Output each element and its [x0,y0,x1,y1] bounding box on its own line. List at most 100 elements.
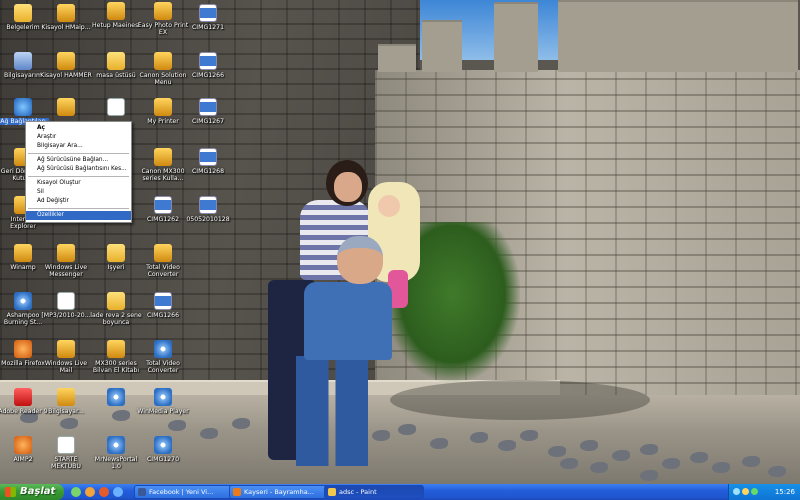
context-menu-item[interactable]: Aç [26,124,131,133]
start-button[interactable]: Başlat [0,484,64,500]
desktop-icon[interactable]: Total Video Converter [137,340,189,374]
desktop-icon-label: Işyeri [107,264,125,271]
pigeon [168,420,186,431]
pigeon [398,424,416,435]
desktop-icon[interactable] [90,388,142,408]
app-icon [57,340,75,358]
desktop-icon[interactable]: Total Video Converter [137,244,189,278]
context-menu-item[interactable]: Özellikler [26,211,131,220]
cd-icon [154,436,172,454]
tray-icon[interactable] [733,488,740,495]
desktop-icon-label: Total Video Converter [146,360,180,374]
desktop-icon-label: Kisayol HMaip... [41,24,91,31]
desktop-icon[interactable]: Kisayol HMaip... [40,4,92,31]
taskbar-button[interactable]: Facebook | Yeni Vi... [134,485,234,499]
desktop-icon[interactable]: masa üstüsü [90,52,142,79]
desktop-icon-label: MX300 series Bilvan El Kitabı [92,360,140,374]
desktop-icon[interactable]: lade reva 2 sene boyunca [90,292,142,326]
merlon [378,44,416,72]
app-icon [154,244,172,262]
desktop-icon-label: masa üstüsü [96,72,136,79]
context-menu-item[interactable]: Ağ Sürücüsüne Bağlan... [26,156,131,165]
context-menu-item[interactable]: Bilgisayar Ara... [26,142,131,151]
context-menu-item[interactable]: Sil [26,188,131,197]
taskbar-button-label: Kayseri - Bayramha... [244,488,314,496]
doc-icon [107,98,125,116]
context-menu: Aç Araştır Bilgisayar Ara... Ağ Sürücüsüne … [25,121,132,223]
desktop-icon[interactable]: CIMG1266 [137,292,189,319]
desktop-icon[interactable]: CIMG1266 [182,52,234,79]
orange-icon [14,340,32,358]
context-menu-item[interactable]: Ad Değiştir [26,197,131,206]
desktop-icon[interactable]: MX300 series Bilvan El Kitabı [90,340,142,374]
desktop-icon[interactable]: WinMedia Player [137,388,189,415]
boy-figure [304,282,392,360]
desktop-icon[interactable]: CIMG1270 [137,436,189,463]
desktop-icon-label: MrNewsPortal 1.0 [94,456,138,470]
desktop-icon[interactable]: Kisayol HAMMER [40,52,92,79]
merlon [558,0,798,72]
app-icon [57,388,75,406]
desktop-icon[interactable]: STARTE MEKTUBU [40,436,92,470]
desktop-icon[interactable] [90,98,142,118]
baby-figure [378,195,400,217]
desktop-icon[interactable] [40,98,92,118]
tray-icon[interactable] [742,488,749,495]
desktop-icon-label: CIMG1270 [146,456,180,463]
windows-logo-icon [5,487,16,497]
merlon [494,2,538,72]
menu-separator [28,208,129,209]
computer-icon [14,52,32,70]
desktop-icon[interactable]: Windows Live Messenger [40,244,92,278]
desktop-icon[interactable]: CIMG1271 [182,4,234,31]
cd-icon [107,436,125,454]
context-menu-item[interactable]: Araştır [26,133,131,142]
task-app-icon [233,488,241,496]
context-menu-item[interactable]: Kısayol Oluştur [26,179,131,188]
pigeon [768,466,786,477]
folder-icon [107,292,125,310]
desktop-icon[interactable]: 05052010128 [182,196,234,223]
taskbar-button[interactable]: Kayseri - Bayramha... [229,485,329,499]
woman-figure [334,172,362,202]
app-icon [57,98,75,116]
pigeon [470,432,488,443]
desktop-icon[interactable]: Bilgisayar... [40,388,92,415]
desktop-icon[interactable]: Windows Live Mail [40,340,92,374]
quicklaunch-icon[interactable] [99,487,109,497]
desktop-icon-label: lade reva 2 sene boyunca [90,312,142,326]
quicklaunch-icon[interactable] [85,487,95,497]
desktop-icon-label: Bilgisayar... [48,408,84,415]
pigeon [372,430,390,441]
app-icon [107,2,125,20]
desktop-icon[interactable]: Hetup Maeinesi [90,2,142,29]
pigeon [60,418,78,429]
pigeon [232,418,250,429]
quicklaunch-icon[interactable] [113,487,123,497]
pigeon [498,440,516,451]
desktop-icon[interactable]: [MP3/2010-20... [40,292,92,319]
desktop-icon[interactable]: MrNewsPortal 1.0 [90,436,142,470]
taskbar-button-label: adsc - Paint [339,488,377,496]
pigeon [560,458,578,469]
pigeon [612,450,630,461]
taskbar-button[interactable]: adsc - Paint [324,485,424,499]
wallpaper-battlements [378,0,800,72]
cd-icon [14,292,32,310]
network-icon [14,98,32,116]
cd-icon [154,340,172,358]
pigeon [520,430,538,441]
desktop-icon[interactable]: CIMG1267 [182,98,234,125]
quicklaunch-icon[interactable] [71,487,81,497]
image-icon [199,98,217,116]
desktop-icon[interactable]: CIMG1268 [182,148,234,175]
app-icon [14,244,32,262]
taskbar: Başlat Facebook | Yeni Vi... Kayseri - Ba… [0,484,800,500]
desktop-icon-label: STARTE MEKTUBU [51,456,81,470]
desktop-icon[interactable]: Işyeri [90,244,142,271]
menu-separator [28,153,129,154]
tray-icon[interactable] [751,488,758,495]
clock[interactable]: 15:26 [775,484,795,500]
app-icon [154,2,172,20]
context-menu-item[interactable]: Ağ Sürücüsü Bağlantısını Kes... [26,165,131,174]
